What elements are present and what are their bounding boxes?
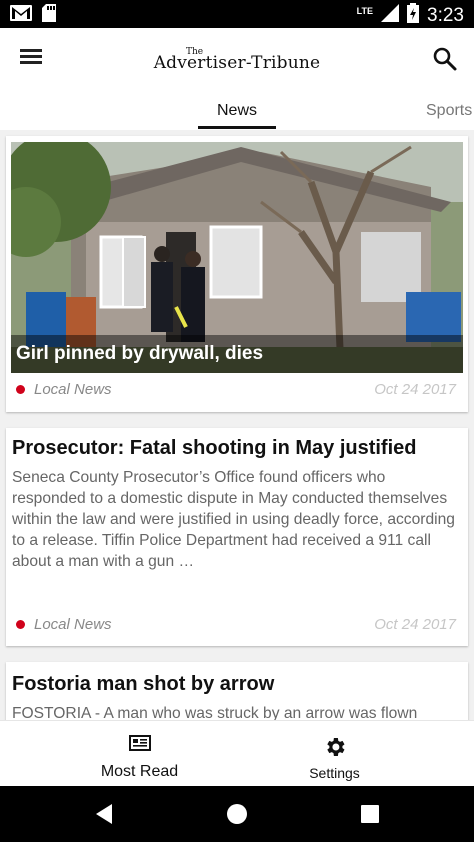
network-type: LTE: [356, 5, 374, 16]
tab-sports[interactable]: Sports: [426, 102, 472, 120]
article-summary: Seneca County Prosecutor’s Office found …: [12, 469, 455, 570]
signal-icon: [381, 4, 400, 27]
article-card[interactable]: Prosecutor: Fatal shooting in May justif…: [6, 428, 468, 646]
article-date: Oct 24 2017: [374, 381, 456, 398]
article-meta: Local News Oct 24 2017: [16, 381, 456, 398]
logo-small-text: The: [186, 47, 204, 57]
home-icon[interactable]: [223, 800, 251, 828]
clock: 3:23: [427, 4, 464, 26]
tab-sports-label: Sports: [426, 102, 473, 119]
gmail-icon: [10, 5, 32, 26]
tab-news[interactable]: News: [198, 102, 276, 129]
article-card[interactable]: Fostoria man shot by arrow FOSTORIA - A …: [6, 662, 468, 720]
newspaper-icon: [128, 735, 151, 756]
tab-news-label: News: [216, 102, 257, 119]
recents-icon[interactable]: [356, 800, 384, 828]
article-meta: Local News Oct 24 2017: [16, 616, 456, 633]
article-headline: Prosecutor: Fatal shooting in May justif…: [12, 437, 417, 459]
article-date: Oct 24 2017: [374, 616, 456, 633]
article-section: Local News: [34, 616, 112, 633]
app-bar: The Advertiser-Tribune: [0, 28, 474, 90]
app-logo: The Advertiser-Tribune: [0, 46, 474, 73]
article-feed[interactable]: Girl pinned by drywall, dies Local News …: [0, 130, 474, 720]
section-dot-icon: [16, 385, 25, 394]
section-tabs: News Sports: [0, 90, 474, 130]
article-section: Local News: [34, 381, 112, 398]
gear-icon: [323, 735, 347, 764]
sd-card-icon: [42, 4, 56, 27]
article-card[interactable]: Girl pinned by drywall, dies Local News …: [6, 136, 468, 412]
section-dot-icon: [16, 620, 25, 629]
back-icon[interactable]: [90, 800, 118, 828]
bottom-navigation: Most Read Settings: [0, 720, 474, 786]
settings-button[interactable]: Settings: [216, 721, 453, 787]
tab-indicator: [198, 126, 276, 129]
status-bar: LTE 3:23: [0, 0, 474, 28]
article-headline: Fostoria man shot by arrow: [12, 673, 275, 695]
system-navigation-bar: [0, 786, 474, 842]
settings-label: Settings: [309, 765, 360, 781]
search-icon[interactable]: [432, 46, 458, 72]
article-photo: Girl pinned by drywall, dies: [11, 142, 463, 373]
screen: LTE 3:23 The Advertiser-Tribune News Spo…: [0, 0, 474, 842]
logo-main-text: Advertiser-Tribune: [153, 53, 321, 73]
article-headline-overlay: Girl pinned by drywall, dies: [11, 335, 463, 373]
battery-icon: [407, 3, 420, 28]
article-summary: FOSTORIA - A man who was struck by an ar…: [12, 705, 418, 720]
